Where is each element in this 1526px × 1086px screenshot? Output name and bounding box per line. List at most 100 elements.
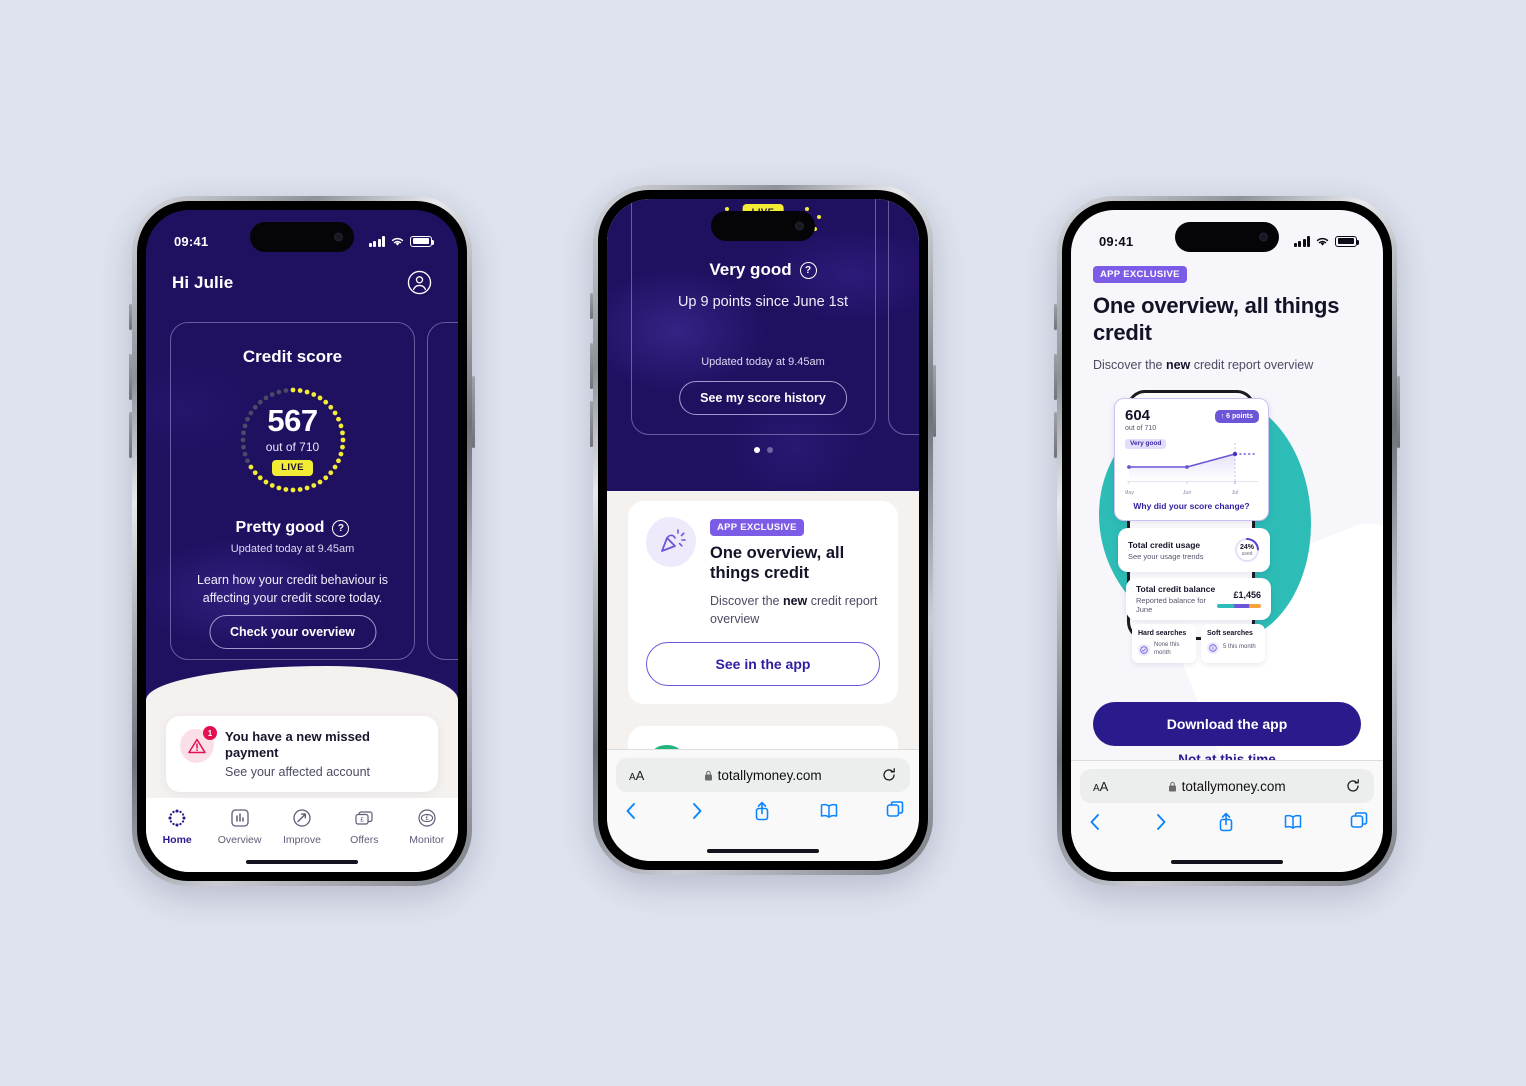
subtitle-pre: Discover the (1093, 357, 1166, 372)
promo-body-pre: Discover the (710, 593, 783, 608)
volume-up-button[interactable] (129, 354, 132, 400)
tab-label: Home (162, 834, 192, 846)
tab-improve[interactable]: Improve (272, 807, 332, 846)
wifi-icon (391, 237, 404, 246)
hard-searches-card: Hard searches None this month (1132, 624, 1196, 663)
score-max: out of 710 (265, 439, 320, 454)
see-in-app-button[interactable]: See in the app (646, 641, 880, 686)
app-exclusive-promo-card[interactable]: APP EXCLUSIVE One overview, all things c… (628, 501, 898, 704)
credit-card-peek[interactable] (427, 322, 458, 660)
book-icon[interactable] (818, 800, 840, 822)
tab-label: Improve (283, 834, 321, 846)
alert-count-badge: 1 (203, 726, 217, 740)
tabs-icon[interactable] (885, 800, 905, 822)
score-rating-row: Pretty good ? (171, 519, 414, 537)
url-text: totallymoney.com (1181, 778, 1286, 794)
preview-points-badge: ↑ 6 points (1214, 410, 1259, 423)
browser-toolbar (621, 800, 905, 822)
score-description: Learn how your credit behaviour is affec… (196, 573, 389, 606)
silent-switch[interactable] (590, 293, 593, 319)
carousel-pagination[interactable] (607, 447, 919, 453)
battery-icon (1335, 235, 1360, 247)
power-button[interactable] (1397, 376, 1400, 448)
share-icon[interactable] (1216, 811, 1236, 833)
address-bar[interactable]: AA totallymoney.com (616, 758, 910, 792)
volume-up-button[interactable] (590, 343, 593, 389)
missed-payment-alert[interactable]: 1 You have a new missed payment See your… (166, 716, 438, 792)
chevron-right-icon[interactable] (687, 800, 707, 822)
account-avatar-icon[interactable] (407, 270, 432, 295)
hard-searches-row: None this month (1138, 642, 1190, 657)
power-button[interactable] (933, 365, 936, 437)
soft-searches-value: 5 this month (1223, 644, 1256, 651)
x-tick-may: May (1125, 490, 1134, 496)
why-score-changed-link: Why did your score change? (1133, 501, 1250, 511)
app-exclusive-badge: APP EXCLUSIVE (710, 519, 804, 536)
credit-card-peek[interactable] (888, 199, 919, 435)
preview-balance-card: Total credit balance Reported balance fo… (1126, 578, 1271, 620)
chevron-right-icon[interactable] (1151, 811, 1171, 833)
silent-switch[interactable] (1054, 304, 1057, 330)
power-button[interactable] (472, 376, 475, 448)
tab-offers[interactable]: £ Offers (334, 807, 394, 846)
promo-icon-wrap (646, 517, 696, 567)
volume-down-button[interactable] (1054, 412, 1057, 458)
score-rating: Pretty good (235, 519, 325, 536)
dynamic-island (1175, 222, 1279, 252)
promo-body-bold: new (782, 593, 808, 608)
chevron-left-icon[interactable] (1085, 811, 1105, 833)
page-title: One overview, all things credit (1093, 293, 1340, 345)
tab-overview[interactable]: Overview (210, 807, 270, 846)
app-exclusive-badge: APP EXCLUSIVE (1093, 266, 1187, 283)
status-indicators (1293, 235, 1360, 247)
hard-searches-title: Hard searches (1138, 630, 1187, 637)
check-overview-button[interactable]: Check your overview (208, 615, 377, 649)
address-bar[interactable]: AA totallymoney.com (1080, 769, 1374, 803)
phone3-screen: 09:41 APP EXCLUSIVE One overview, all th… (1071, 210, 1383, 872)
reload-icon[interactable] (1345, 778, 1361, 794)
balance-amount: £1,456 (1233, 590, 1261, 601)
book-icon[interactable] (1282, 811, 1304, 833)
credit-score-card[interactable]: Credit score 567 out of 710 LIVE Pretty … (170, 322, 415, 660)
status-time: 09:41 (174, 233, 209, 249)
score-value: 567 (267, 402, 318, 438)
score-updated: Updated today at 9.45am (701, 356, 825, 368)
x-tick-jun: Jun (1183, 490, 1192, 496)
usage-donut-chart: 24% used (1234, 537, 1260, 563)
volume-down-button[interactable] (129, 412, 132, 458)
score-rating: Very good (709, 260, 792, 279)
score-dial: 567 out of 710 LIVE (236, 383, 350, 497)
lock-icon (1168, 781, 1176, 791)
score-updated: Updated today at 9.45am (230, 543, 355, 555)
share-icon[interactable] (752, 800, 772, 822)
phone-mockup-2: LIVE Very good ? Up 9 points since June … (590, 185, 936, 875)
tabs-icon[interactable] (1349, 811, 1369, 833)
browser-toolbar (1085, 811, 1369, 833)
carousel-dot-1[interactable] (753, 447, 760, 453)
url-display[interactable]: totallymoney.com (644, 768, 881, 783)
tab-label: Monitor (409, 834, 445, 846)
volume-up-button[interactable] (1054, 354, 1057, 400)
phone1-screen: 09:41 Hi Julie Credit score 567 out of 7… (146, 210, 458, 872)
text-size-button[interactable]: AA (629, 768, 644, 783)
score-history-button[interactable]: See my score history (679, 381, 847, 415)
tab-monitor[interactable]: £ Monitor (397, 807, 457, 846)
tab-home[interactable]: Home (147, 807, 207, 846)
volume-down-button[interactable] (590, 401, 593, 447)
chevron-left-icon[interactable] (621, 800, 641, 822)
question-mark-icon[interactable]: ? (332, 519, 350, 537)
preview-score-max: out of 710 (1125, 425, 1157, 432)
svg-text:£: £ (361, 816, 365, 823)
download-app-button[interactable]: Download the app (1093, 702, 1361, 746)
url-display[interactable]: totallymoney.com (1108, 779, 1345, 794)
home-indicator (246, 859, 358, 864)
text-size-button[interactable]: AA (1093, 779, 1108, 794)
battery-icon (410, 235, 435, 247)
dynamic-island (711, 211, 815, 241)
carousel-dot-2[interactable] (766, 447, 773, 453)
question-mark-icon[interactable]: ? (799, 261, 817, 279)
promo-row: APP EXCLUSIVE One overview, all things c… (646, 517, 880, 628)
reload-icon[interactable] (881, 767, 897, 783)
silent-switch[interactable] (129, 304, 132, 330)
usage-percent: 24% (1239, 543, 1254, 551)
